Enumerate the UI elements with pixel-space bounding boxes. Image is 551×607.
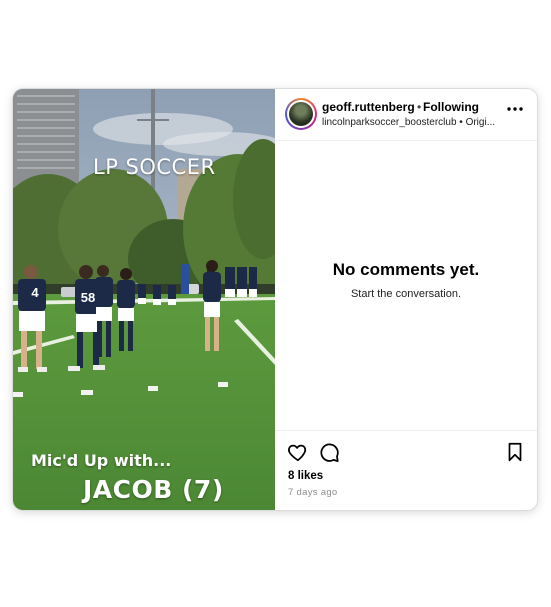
overlay-caption-line2: JACOB (7) xyxy=(83,475,224,504)
likes-count[interactable]: 8 likes xyxy=(288,470,323,482)
avatar-image xyxy=(289,102,313,126)
no-comments-subtitle: Start the conversation. xyxy=(350,288,462,300)
soccer-field-photo: 4 58 xyxy=(13,89,275,510)
bookmark-icon[interactable] xyxy=(504,441,526,463)
avatar[interactable] xyxy=(285,98,317,130)
avatar-ring-inner xyxy=(287,100,315,128)
header-subline[interactable]: lincolnparksoccer_boosterclub • Origi... xyxy=(322,117,512,128)
jersey-number-4: 4 xyxy=(31,285,39,300)
no-comments-title: No comments yet. xyxy=(332,260,480,279)
post-actions-footer: 8 likes 7 days ago xyxy=(275,430,537,510)
following-button[interactable]: Following xyxy=(423,100,479,114)
instagram-post-card: 4 58 LP SOCCER Mic'd Up with... JACOB (7… xyxy=(13,89,537,510)
post-header: geoff.ruttenberg • Following lincolnpark… xyxy=(275,89,537,141)
overlay-brand-text: LP SOCCER xyxy=(93,155,216,179)
comment-icon[interactable] xyxy=(318,441,340,463)
post-media[interactable]: 4 58 LP SOCCER Mic'd Up with... JACOB (7… xyxy=(13,89,275,510)
header-separator: • xyxy=(417,100,422,114)
post-timestamp[interactable]: 7 days ago xyxy=(288,487,337,498)
heart-icon[interactable] xyxy=(287,441,309,463)
overlay-caption-line1: Mic'd Up with... xyxy=(31,451,172,470)
post-side-panel: geoff.ruttenberg • Following lincolnpark… xyxy=(275,89,537,510)
username-link[interactable]: geoff.ruttenberg xyxy=(322,100,415,114)
jersey-number-58: 58 xyxy=(81,290,95,305)
more-options-icon[interactable] xyxy=(505,99,525,119)
